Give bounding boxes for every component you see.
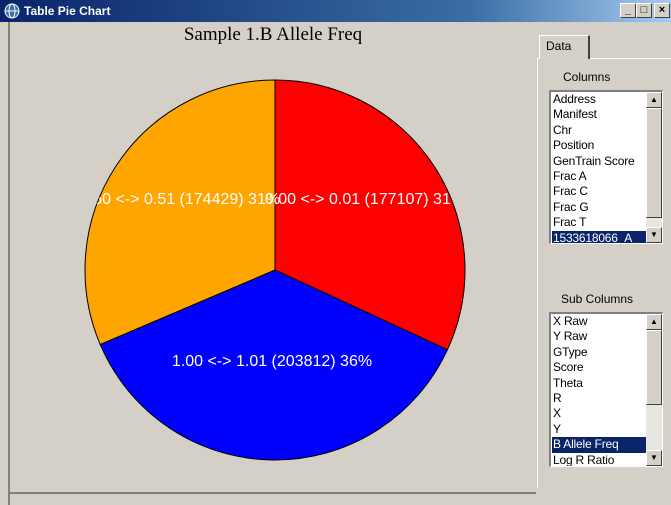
sub-columns-list-item[interactable]: Theta xyxy=(552,376,648,391)
columns-listbox[interactable]: Address Manifest Chr Position GenTrain Score… xyxy=(549,90,663,244)
pie-slices xyxy=(84,79,466,461)
columns-list-item[interactable]: Frac T xyxy=(552,215,648,230)
sub-columns-listbox[interactable]: X Raw Y Raw GType Score Theta R X Y B Allele Fre… xyxy=(549,312,663,467)
scroll-down-arrow-icon[interactable]: ▼ xyxy=(646,227,662,243)
columns-label: Columns xyxy=(563,70,611,84)
columns-list-item[interactable]: 1533618066_A xyxy=(552,230,648,243)
pie-slice-label: 0.50 <-> 0.51 (174429) 31% xyxy=(80,191,280,208)
columns-list-item[interactable]: GenTrain Score xyxy=(552,154,648,169)
minimize-button[interactable]: _ xyxy=(620,3,636,18)
sub-columns-list-item[interactable]: X xyxy=(552,406,648,421)
sub-columns-list-item[interactable]: X Raw xyxy=(552,314,648,329)
scroll-up-arrow-icon[interactable]: ▲ xyxy=(646,92,662,108)
sub-columns-items: X Raw Y Raw GType Score Theta R X Y B Allele Fre… xyxy=(552,314,648,466)
chart-title: Sample 1.B Allele Freq xyxy=(183,24,363,45)
sub-columns-label: Sub Columns xyxy=(561,292,634,306)
tab-data[interactable]: Data xyxy=(539,35,590,59)
columns-list-item[interactable]: Chr xyxy=(552,123,648,138)
columns-list-item[interactable]: Frac C xyxy=(552,184,648,199)
columns-list-item[interactable]: Frac G xyxy=(552,200,648,215)
columns-items: Address Manifest Chr Position GenTrain Score… xyxy=(552,92,648,243)
sub-columns-list-item[interactable]: R xyxy=(552,391,648,406)
columns-list-item[interactable]: Address xyxy=(552,92,648,107)
scroll-up-arrow-icon[interactable]: ▲ xyxy=(646,314,662,330)
sub-columns-list-item[interactable]: Y xyxy=(552,422,648,437)
table-pie-chart-window: Table Pie Chart _ □ × 0.00 <-> 0.01 (177… xyxy=(0,0,671,505)
pie-slice-label: 1.00 <-> 1.01 (203812) 36% xyxy=(172,353,372,370)
columns-list-item[interactable]: Manifest xyxy=(552,107,648,122)
sub-columns-scrollbar[interactable]: ▲ ▼ xyxy=(646,314,662,466)
maximize-button[interactable]: □ xyxy=(636,3,652,18)
sub-columns-list-item[interactable]: GType xyxy=(552,345,648,360)
columns-scrollbar[interactable]: ▲ ▼ xyxy=(646,92,662,243)
pie-slice-label: 0.00 <-> 0.01 (177107) 31% xyxy=(265,191,465,208)
sub-columns-list-item[interactable]: Log R Ratio xyxy=(552,453,648,466)
columns-list-item[interactable]: Position xyxy=(552,138,648,153)
sub-columns-list-item[interactable]: Y Raw xyxy=(552,329,648,344)
pie-chart: 0.00 <-> 0.01 (177107) 31% 1.00 <-> 1.01 … xyxy=(80,79,466,461)
sub-columns-list-item[interactable]: Score xyxy=(552,360,648,375)
columns-scroll-thumb[interactable] xyxy=(646,108,662,218)
scroll-down-arrow-icon[interactable]: ▼ xyxy=(646,450,662,466)
sub-columns-scroll-thumb[interactable] xyxy=(646,330,662,405)
sub-columns-list-item[interactable]: B Allele Freq xyxy=(552,437,648,453)
close-button[interactable]: × xyxy=(654,3,670,18)
columns-list-item[interactable]: Frac A xyxy=(552,169,648,184)
